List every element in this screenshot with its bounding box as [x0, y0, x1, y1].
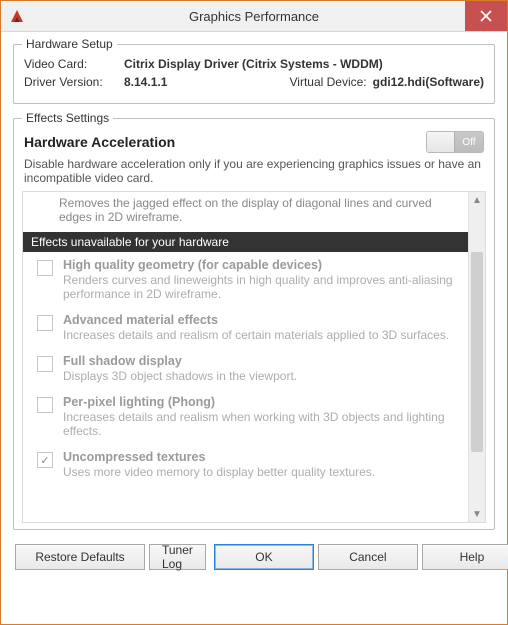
- tuner-log-button[interactable]: Tuner Log: [149, 544, 206, 570]
- ok-button[interactable]: OK: [214, 544, 314, 570]
- effects-item: Full shadow displayDisplays 3D object sh…: [23, 348, 485, 389]
- video-card-label: Video Card:: [24, 57, 124, 71]
- scroll-thumb[interactable]: [471, 252, 483, 452]
- section-unavailable-header: Effects unavailable for your hardware: [23, 232, 485, 252]
- effects-item-description: Uses more video memory to display better…: [63, 465, 461, 479]
- virtual-device-label: Virtual Device:: [290, 75, 373, 89]
- hardware-acceleration-title: Hardware Acceleration: [24, 134, 175, 150]
- hardware-setup-group: Hardware Setup Video Card: Citrix Displa…: [13, 44, 495, 104]
- restore-defaults-button[interactable]: Restore Defaults: [15, 544, 145, 570]
- app-icon: [7, 6, 27, 26]
- toggle-off-label: Off: [454, 132, 483, 152]
- effects-item-title: High quality geometry (for capable devic…: [63, 258, 461, 272]
- video-card-value: Citrix Display Driver (Citrix Systems - …: [124, 57, 383, 71]
- effects-item-description: Increases details and realism of certain…: [63, 328, 461, 342]
- checkbox[interactable]: [37, 260, 53, 276]
- effects-item-title: Full shadow display: [63, 354, 461, 368]
- effects-settings-title: Effects Settings: [22, 111, 113, 125]
- close-icon: [480, 10, 492, 22]
- effects-settings-group: Effects Settings Hardware Acceleration O…: [13, 118, 495, 530]
- effects-item-title: Per-pixel lighting (Phong): [63, 395, 461, 409]
- effects-item: ✓ Uncompressed texturesUses more video me…: [23, 444, 485, 485]
- hardware-acceleration-description: Disable hardware acceleration only if yo…: [24, 157, 484, 185]
- checkbox[interactable]: [37, 356, 53, 372]
- driver-version-value: 8.14.1.1: [124, 75, 167, 89]
- scroll-up-icon[interactable]: ▲: [469, 192, 485, 208]
- scroll-down-icon[interactable]: ▼: [469, 506, 485, 522]
- effects-item-title: Uncompressed textures: [63, 450, 461, 464]
- hardware-acceleration-toggle[interactable]: Off: [426, 131, 484, 153]
- effects-item-description: Increases details and realism when worki…: [63, 410, 461, 438]
- checkbox[interactable]: [37, 397, 53, 413]
- window-title: Graphics Performance: [1, 9, 507, 24]
- driver-version-label: Driver Version:: [24, 75, 124, 89]
- virtual-device-value: gdi12.hdi(Software): [373, 75, 484, 89]
- previous-item-description: Removes the jagged effect on the display…: [23, 192, 485, 232]
- hardware-setup-title: Hardware Setup: [22, 37, 117, 51]
- effects-item-description: Displays 3D object shadows in the viewpo…: [63, 369, 461, 383]
- effects-item: High quality geometry (for capable devic…: [23, 252, 485, 307]
- effects-item-title: Advanced material effects: [63, 313, 461, 327]
- checkbox[interactable]: ✓: [37, 452, 53, 468]
- title-bar: Graphics Performance: [1, 1, 507, 32]
- effects-item: Per-pixel lighting (Phong)Increases deta…: [23, 389, 485, 444]
- close-button[interactable]: [465, 1, 507, 31]
- effects-item-description: Renders curves and lineweights in high q…: [63, 273, 461, 301]
- effects-item: Advanced material effectsIncreases detai…: [23, 307, 485, 348]
- scrollbar[interactable]: ▲ ▼: [468, 192, 485, 522]
- footer-buttons: Restore Defaults Tuner Log OK Cancel Hel…: [13, 544, 495, 570]
- cancel-button[interactable]: Cancel: [318, 544, 418, 570]
- help-button[interactable]: Help: [422, 544, 508, 570]
- effects-list: Removes the jagged effect on the display…: [22, 191, 486, 523]
- checkbox[interactable]: [37, 315, 53, 331]
